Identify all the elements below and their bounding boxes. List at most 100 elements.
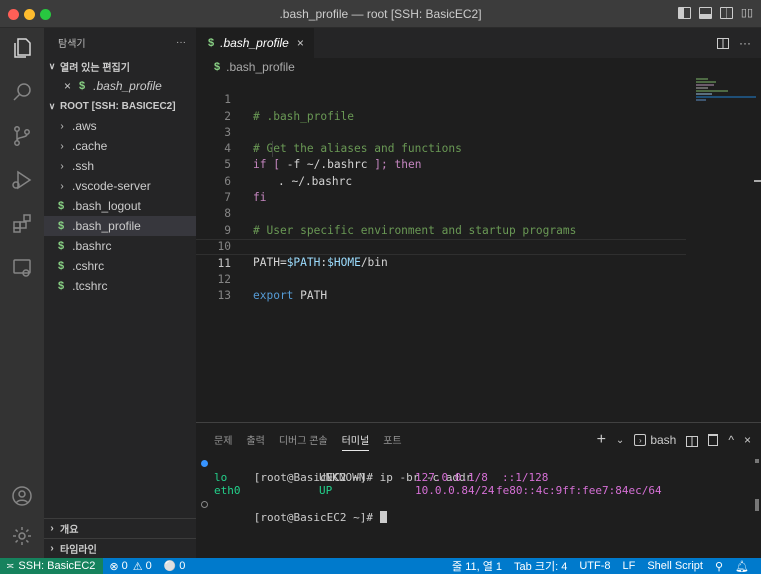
minimap-line — [696, 78, 708, 80]
terminal-scrollbar[interactable] — [755, 459, 759, 519]
split-editor-icon[interactable] — [717, 38, 729, 49]
outline-section[interactable]: › 개요 — [44, 518, 196, 538]
shell-file-icon: $ — [58, 260, 65, 272]
trash-icon[interactable] — [708, 434, 719, 446]
toggle-panel-icon[interactable] — [698, 7, 712, 19]
folder-label: .vscode-server — [72, 179, 151, 193]
chevron-right-icon: › — [60, 160, 64, 172]
file-item[interactable]: $ .tcshrc — [44, 276, 196, 296]
code-line: 4 if [ -f ~/.bashrc ]; then — [196, 125, 686, 171]
interface-name: lo — [214, 470, 228, 484]
code-line: 7 — [196, 174, 686, 204]
account-icon[interactable] — [0, 476, 44, 516]
code-line: 8 # User specific environment and startu… — [196, 190, 686, 236]
remote-indicator[interactable]: ≍ SSH: BasicEC2 — [0, 558, 104, 574]
shell-file-icon: $ — [58, 280, 65, 292]
explorer-more-button[interactable]: ··· — [176, 37, 186, 48]
breadcrumb-item[interactable]: .bash_profile — [226, 60, 295, 74]
eol-status[interactable]: LF — [616, 560, 641, 572]
new-terminal-button[interactable]: + — [597, 431, 606, 449]
chevron-down-icon[interactable]: ⌄ — [616, 435, 624, 446]
minimap-line — [696, 96, 756, 98]
minimap[interactable] — [696, 78, 756, 108]
folder-label: .ssh — [72, 159, 95, 173]
encoding-status[interactable]: UTF-8 — [573, 560, 616, 572]
editor-more-button[interactable]: ··· — [739, 36, 751, 50]
notifications-bell-icon[interactable]: 🔔︎ — [729, 560, 755, 573]
file-label: .bash_profile — [72, 219, 141, 233]
close-editor-icon[interactable]: × — [64, 79, 71, 93]
run-debug-icon[interactable] — [0, 160, 44, 200]
title-bar: .bash_profile — root [SSH: BasicEC2] ▯▯ — [0, 0, 761, 28]
minimap-line — [696, 84, 714, 86]
editor-tab[interactable]: $ .bash_profile × — [196, 28, 314, 58]
code-editor[interactable]: 1 # .bash_profile 2 3 # Get the aliases … — [196, 76, 761, 422]
activity-bar — [0, 28, 44, 558]
breadcrumb[interactable]: $ .bash_profile — [196, 58, 295, 76]
toggle-primary-sidebar-icon[interactable] — [677, 7, 691, 19]
folder-item[interactable]: › .ssh — [44, 156, 196, 176]
file-item-selected[interactable]: $ .bash_profile — [44, 216, 196, 236]
timeline-section[interactable]: › 타임라인 — [44, 538, 196, 558]
problems-status[interactable]: ⊗ 0 ⚠ 0 — [103, 560, 157, 573]
terminal-output[interactable]: [root@BasicEC2 ~]# ip -br -c addr lo UNK… — [196, 457, 761, 524]
explorer-sidebar: 탐색기 ··· ∨ 열려 있는 편집기 × $ .bash_profile ∨ … — [44, 28, 196, 558]
file-label: .bash_logout — [72, 199, 141, 213]
ports-status[interactable]: ⚪ 0 — [158, 560, 192, 572]
toggle-secondary-sidebar-icon[interactable] — [719, 7, 733, 19]
cursor-position[interactable]: 줄 11, 열 1 — [446, 558, 508, 574]
close-panel-icon[interactable]: × — [744, 433, 751, 447]
chevron-right-icon: › — [50, 523, 54, 534]
terminal-instance[interactable]: › bash — [634, 433, 676, 447]
customize-layout-icon[interactable]: ▯▯ — [741, 7, 753, 19]
tab-ports[interactable]: 포트 — [383, 432, 401, 447]
code-text: export PATH — [253, 288, 327, 304]
shell-file-icon: $ — [79, 80, 86, 92]
file-item[interactable]: $ .bash_logout — [44, 196, 196, 216]
code-line: 12 export PATH — [196, 255, 686, 302]
open-editor-item[interactable]: × $ .bash_profile — [44, 76, 196, 96]
window-title: .bash_profile — root [SSH: BasicEC2] — [279, 7, 482, 21]
interface-ipv6: fe80::4c:9ff:fee7:84ec/64 — [496, 484, 662, 497]
extensions-icon[interactable] — [0, 204, 44, 244]
source-control-icon[interactable] — [0, 116, 44, 156]
interface-state: UP — [319, 484, 333, 497]
folder-label: .aws — [72, 119, 97, 133]
indentation-status[interactable]: Tab 크기: 4 — [508, 558, 573, 574]
command-decoration-icon — [201, 460, 208, 467]
tab-close-icon[interactable]: × — [297, 36, 304, 50]
remote-explorer-icon[interactable] — [0, 248, 44, 288]
search-icon[interactable] — [0, 72, 44, 112]
tab-terminal[interactable]: 터미널 — [341, 428, 370, 451]
manage-gear-icon[interactable] — [0, 516, 44, 556]
status-bar: ≍ SSH: BasicEC2 ⊗ 0 ⚠ 0 ⚪ 0 줄 11, 열 1 Ta… — [0, 558, 761, 574]
maximize-panel-icon[interactable]: ^ — [728, 433, 734, 447]
outline-label: 개요 — [60, 525, 79, 536]
panel-actions: + ⌄ › bash ^ × — [597, 431, 751, 449]
explorer-header: 탐색기 ··· — [44, 28, 196, 56]
root-folder-section[interactable]: ∨ ROOT [SSH: BASICEC2] — [44, 96, 196, 116]
root-folder-label: ROOT [SSH: BASICEC2] — [60, 100, 176, 112]
tab-debug-console[interactable]: 디버그 콘솔 — [279, 432, 328, 447]
code-line: 2 — [196, 92, 686, 123]
explorer-icon[interactable] — [0, 28, 44, 68]
tab-output[interactable]: 출력 — [246, 432, 264, 447]
terminal-icon: › — [634, 434, 647, 446]
interface-ipv4: 10.0.0.84/24 — [415, 484, 495, 497]
shell-file-icon: $ — [58, 220, 65, 232]
open-editors-section[interactable]: ∨ 열려 있는 편집기 — [44, 56, 196, 76]
file-item[interactable]: $ .cshrc — [44, 256, 196, 276]
feedback-icon[interactable]: ⚲ — [709, 560, 729, 573]
warning-icon: ⚠ — [132, 560, 143, 573]
folder-item[interactable]: › .aws — [44, 116, 196, 136]
file-item[interactable]: $ .bashrc — [44, 236, 196, 256]
code-line: 6 fi — [196, 158, 686, 204]
language-mode[interactable]: Shell Script — [641, 560, 709, 572]
folder-item[interactable]: › .vscode-server — [44, 176, 196, 196]
file-label: .cshrc — [72, 259, 105, 273]
folder-item[interactable]: › .cache — [44, 136, 196, 156]
tab-problems[interactable]: 문제 — [214, 432, 232, 447]
split-terminal-icon[interactable] — [686, 435, 699, 447]
remote-label: SSH: BasicEC2 — [18, 560, 96, 572]
error-icon: ⊗ — [109, 560, 119, 573]
